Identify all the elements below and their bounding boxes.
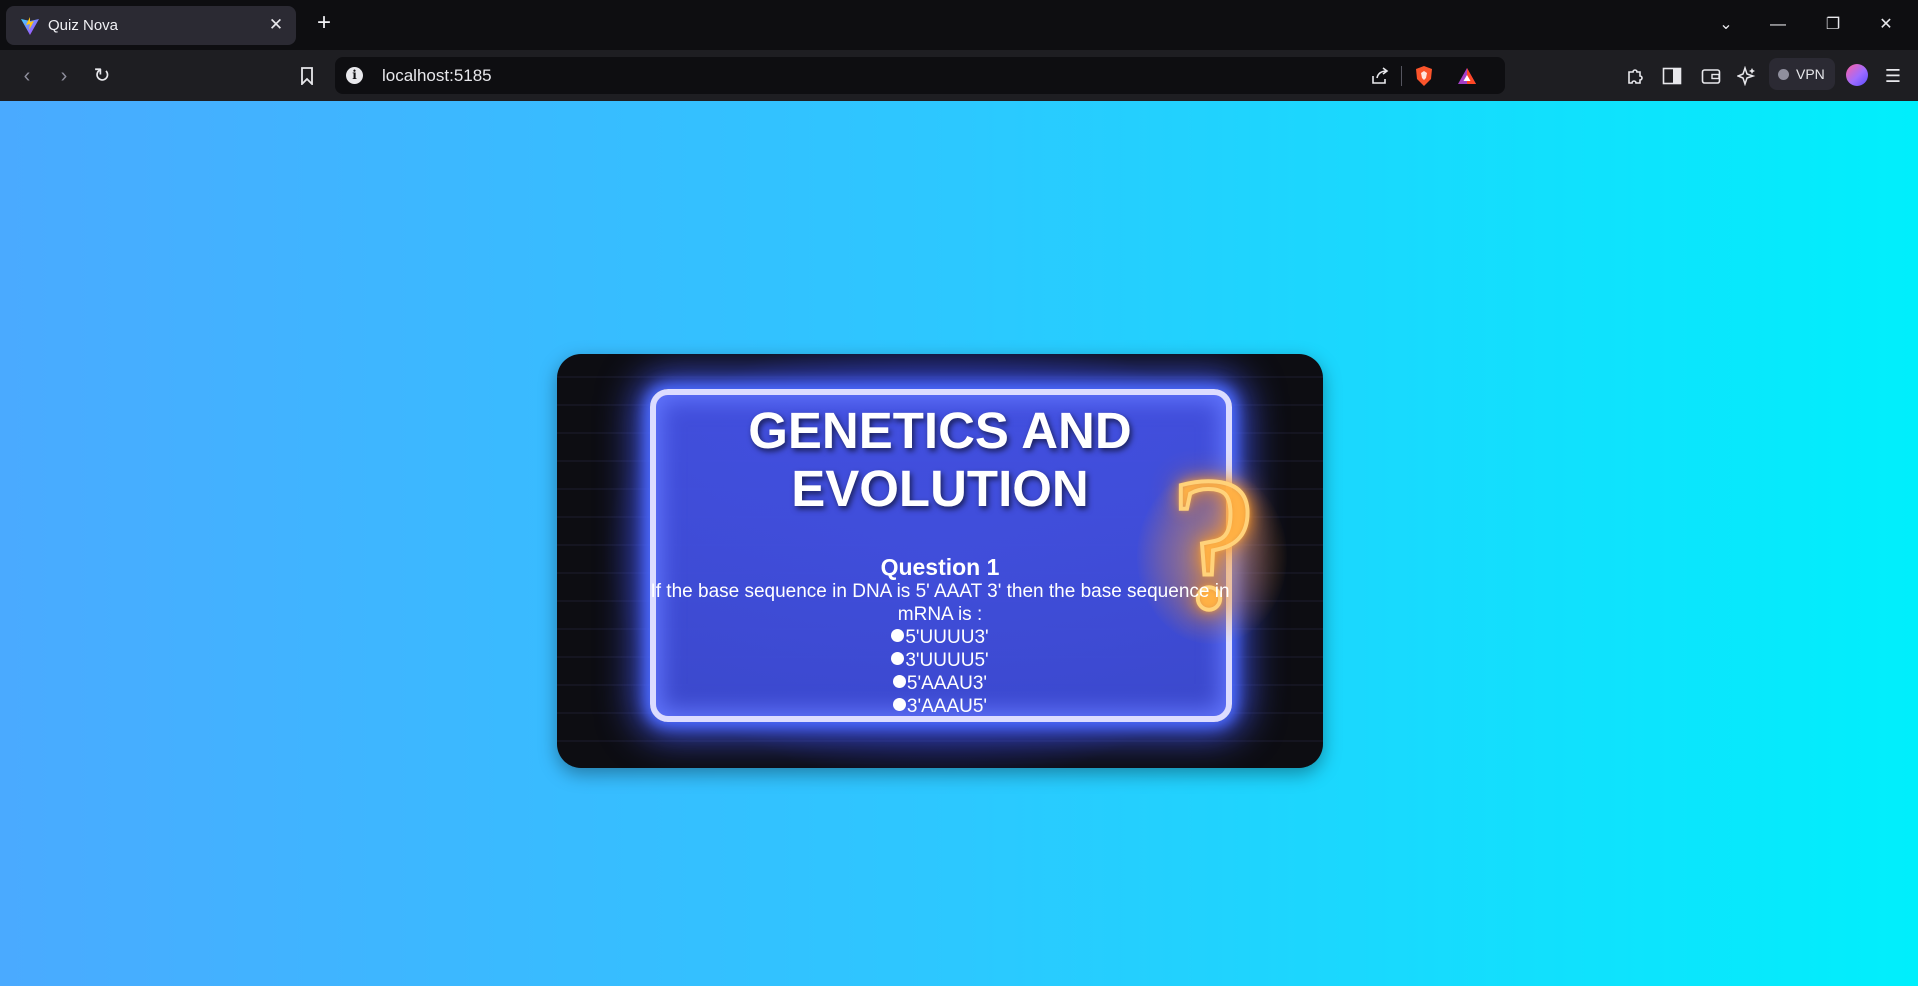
menu-icon[interactable]: ☰ <box>1880 63 1906 89</box>
close-tab-icon[interactable]: ✕ <box>266 15 286 35</box>
brave-shields-icon[interactable] <box>1412 64 1436 88</box>
close-window-icon[interactable]: ✕ <box>1872 12 1900 38</box>
radio-button[interactable] <box>892 698 906 711</box>
leo-ai-icon[interactable] <box>1734 63 1760 89</box>
tab-bar: Quiz Nova ✕ + ⌄ — ❐ ✕ <box>0 0 1918 50</box>
question-block: Question 1 If the base sequence in DNA i… <box>557 554 1323 718</box>
url-text[interactable]: localhost:5185 <box>382 66 492 86</box>
vpn-status-icon <box>1778 69 1789 80</box>
site-info-icon[interactable]: i <box>346 67 363 84</box>
answer-option[interactable]: 3'UUUU5' <box>557 649 1323 672</box>
vite-logo-icon <box>21 17 39 35</box>
option-label: 3'AAAU5' <box>906 696 988 717</box>
radio-button[interactable] <box>892 675 906 688</box>
url-divider <box>1401 66 1402 86</box>
navigation-toolbar: ‹ › ↻ i localhost:5185 VPN ☰ <box>0 50 1918 101</box>
reload-icon[interactable]: ↻ <box>89 63 115 89</box>
answer-option[interactable]: 5'AAAU3' <box>557 672 1323 695</box>
vpn-button[interactable]: VPN <box>1769 58 1835 90</box>
brave-rewards-icon[interactable] <box>1455 64 1479 88</box>
share-icon[interactable] <box>1368 64 1392 88</box>
answer-option[interactable]: 3'AAAU5' <box>557 695 1323 718</box>
wallet-icon[interactable] <box>1698 63 1724 89</box>
tab-list-chevron-icon[interactable]: ⌄ <box>1712 12 1740 38</box>
vpn-label: VPN <box>1796 66 1825 82</box>
sidebar-icon[interactable] <box>1659 63 1685 89</box>
question-number: Question 1 <box>880 554 1000 580</box>
extensions-icon[interactable] <box>1622 63 1648 89</box>
option-label: 5'UUUU3' <box>905 627 989 648</box>
new-tab-icon[interactable]: + <box>312 11 336 35</box>
answer-option[interactable]: 5'UUUU3' <box>557 626 1323 649</box>
radio-button[interactable] <box>891 629 905 642</box>
question-text: If the base sequence in DNA is 5' AAAT 3… <box>650 581 1230 625</box>
quiz-title: GENETICS AND EVOLUTION <box>748 402 1132 517</box>
option-label: 5'AAAU3' <box>906 673 988 694</box>
restore-icon[interactable]: ❐ <box>1819 12 1847 38</box>
page-viewport: ? GENETICS AND EVOLUTION Question 1 If t… <box>0 101 1918 986</box>
quiz-card: ? GENETICS AND EVOLUTION Question 1 If t… <box>557 354 1323 768</box>
profile-avatar[interactable] <box>1846 64 1868 86</box>
browser-tab[interactable]: Quiz Nova ✕ <box>6 6 296 45</box>
option-label: 3'UUUU5' <box>905 650 989 671</box>
minimize-icon[interactable]: — <box>1764 12 1792 38</box>
forward-icon[interactable]: › <box>51 63 77 89</box>
radio-button[interactable] <box>891 652 905 665</box>
tab-title: Quiz Nova <box>48 17 119 34</box>
address-bar[interactable]: i localhost:5185 <box>335 57 1505 94</box>
back-icon[interactable]: ‹ <box>14 63 40 89</box>
bookmark-icon[interactable] <box>294 63 320 89</box>
